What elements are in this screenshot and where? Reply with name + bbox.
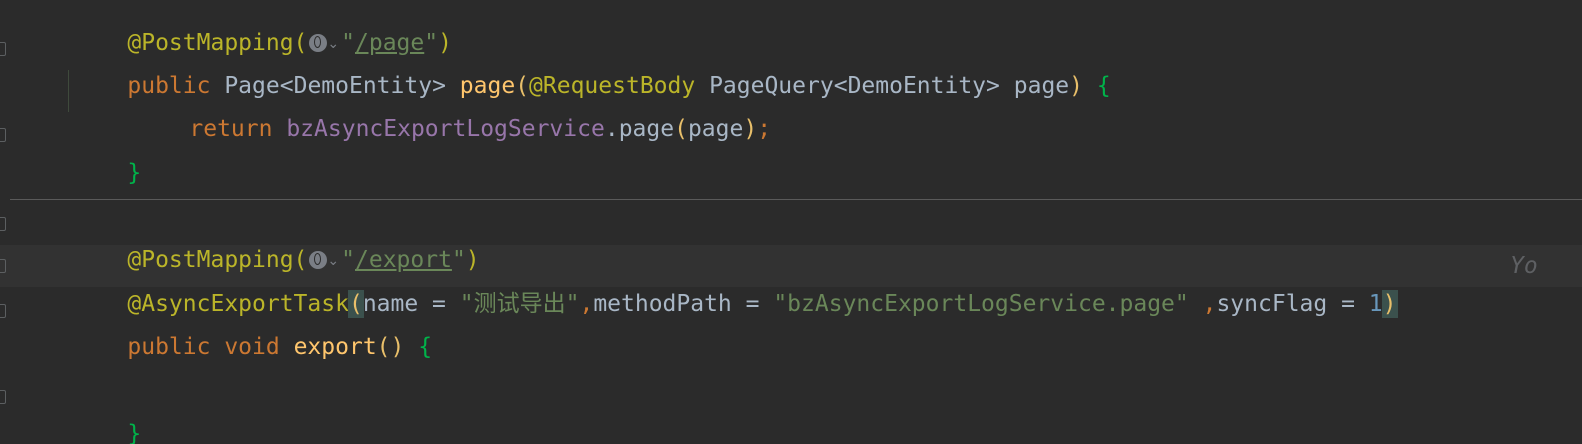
code-line-4[interactable]: } (72, 116, 141, 186)
keyword-token: return (189, 116, 273, 142)
brace-token: } (127, 160, 142, 186)
method-separator (10, 199, 1582, 200)
method-call: page (618, 116, 675, 142)
attr-key: methodPath = (593, 291, 774, 317)
paren-token: ) (1069, 73, 1084, 99)
code-editor[interactable]: @PostMapping(⌄"/page") public Page<DemoE… (0, 0, 1582, 444)
keyword-token: public (127, 334, 211, 360)
matched-paren-close: ) (1381, 290, 1398, 318)
code-line-9[interactable]: } (72, 377, 141, 444)
dot-token: . (604, 116, 619, 142)
comma-token: , (1188, 291, 1217, 317)
generic-close: > (986, 73, 1000, 99)
fold-marker-icon[interactable] (0, 217, 6, 231)
type-token: DemoEntity (847, 73, 987, 99)
code-line-7[interactable]: public void export() { (72, 290, 432, 360)
code-line-5[interactable]: @PostMapping(⌄"/export") (72, 203, 479, 273)
string-token: "测试导出" (459, 291, 580, 317)
paren-token: () (376, 334, 405, 360)
brace-token: { (1083, 73, 1111, 99)
paren-token: ) (743, 116, 758, 142)
code-line-6[interactable]: @AsyncExportTask(name = "测试导出",methodPat… (72, 247, 1398, 318)
field-token: bzAsyncExportLogService (272, 116, 605, 142)
comma-token: , (579, 291, 594, 317)
attr-key: syncFlag = (1216, 291, 1369, 317)
string-token: "bzAsyncExportLogService.page" (773, 291, 1189, 317)
semicolon-token: ; (757, 116, 772, 142)
method-name: export (279, 334, 377, 360)
fold-marker-icon[interactable] (0, 259, 6, 273)
generic-open: < (833, 73, 848, 99)
arg-token: page (687, 116, 744, 142)
brace-token: } (127, 421, 142, 444)
inlay-hint: Yo (1510, 253, 1538, 279)
keyword-token: void (210, 334, 280, 360)
fold-marker-icon[interactable] (0, 390, 6, 404)
fold-marker-icon[interactable] (0, 128, 6, 142)
indent-guide (68, 70, 69, 112)
param-name: page (999, 73, 1070, 99)
code-line-3[interactable]: return bzAsyncExportLogService.page(page… (134, 72, 771, 142)
brace-token: { (404, 334, 433, 360)
code-line-1[interactable]: @PostMapping(⌄"/page") (72, 0, 452, 56)
number-token: 1 (1368, 291, 1383, 317)
paren-token: ( (674, 116, 688, 142)
code-line-2[interactable]: public Page<DemoEntity> page(@RequestBod… (72, 29, 1110, 99)
editor-gutter (0, 0, 14, 444)
fold-marker-icon[interactable] (0, 304, 6, 318)
fold-marker-icon[interactable] (0, 42, 6, 56)
